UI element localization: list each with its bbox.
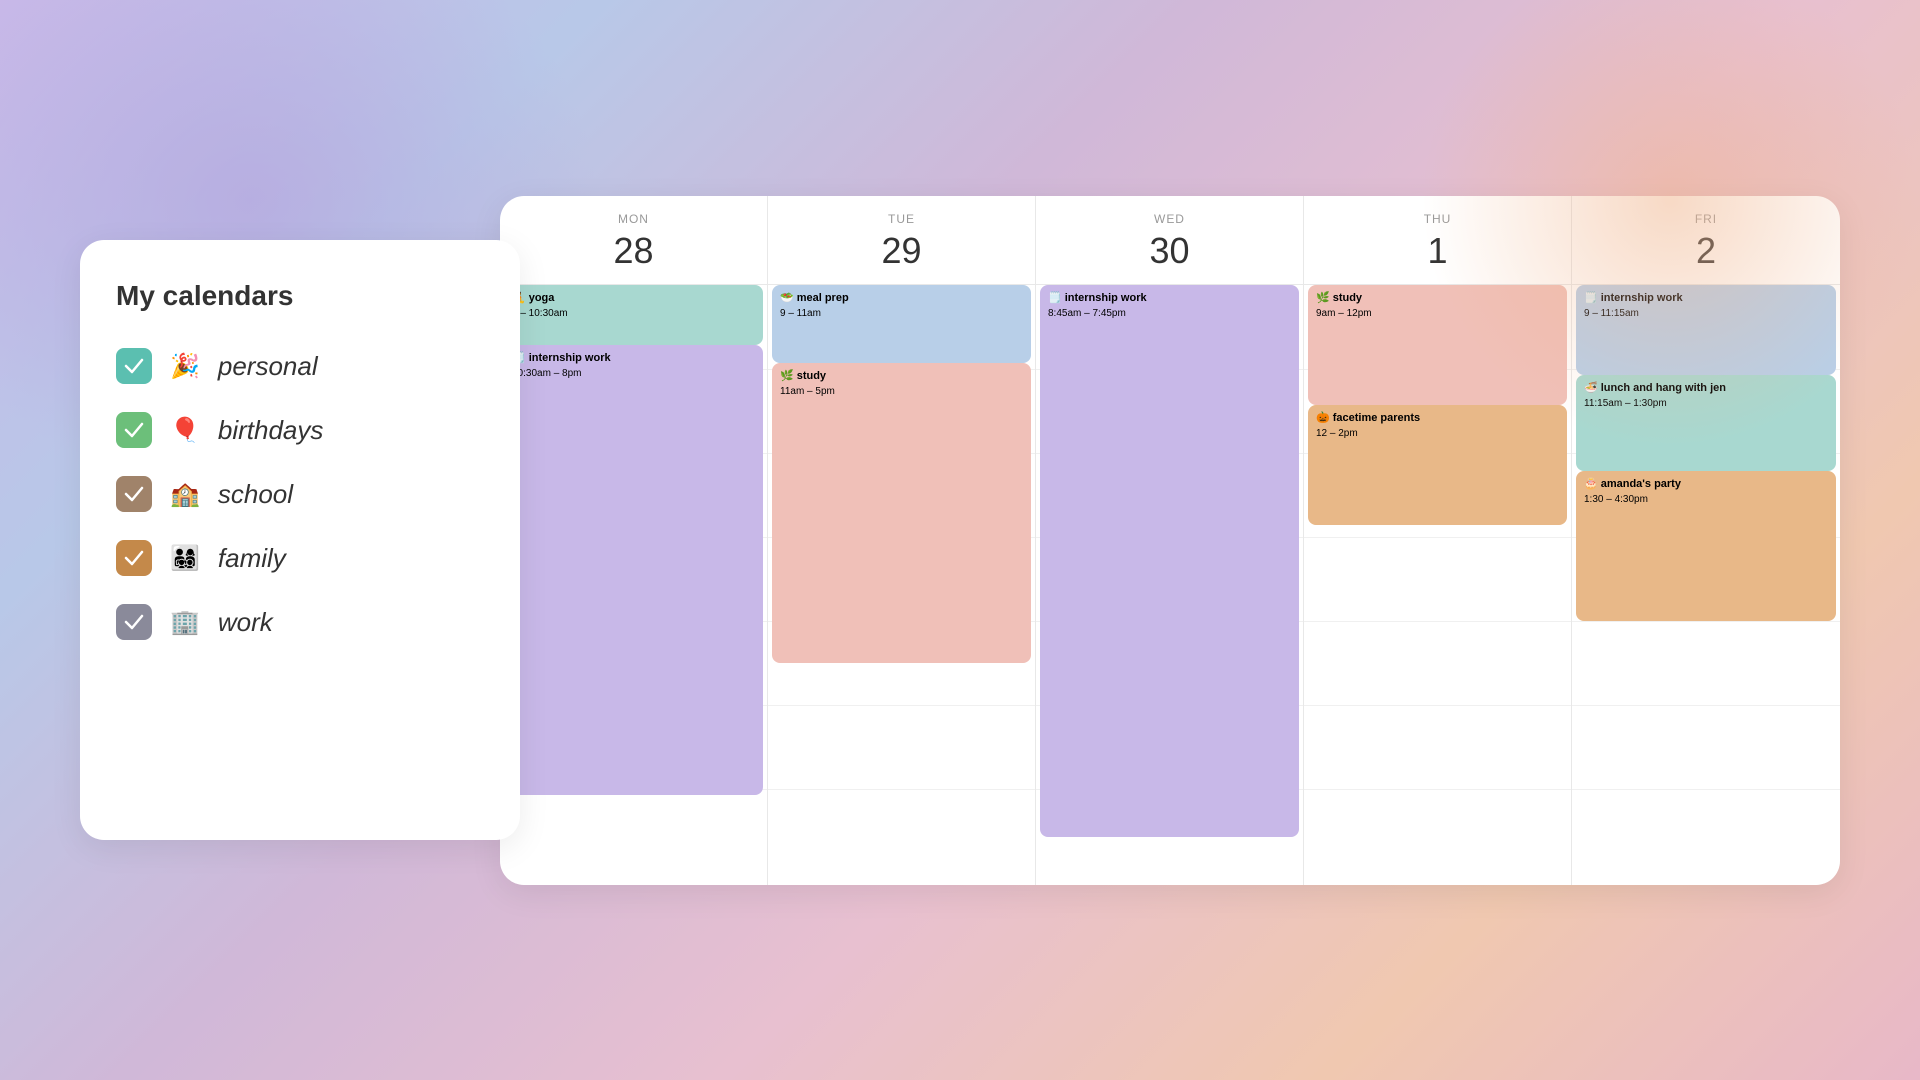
emoji-school: 🏫 <box>170 480 200 509</box>
event-study-thu[interactable]: 🌿 study 9am – 12pm <box>1308 285 1567 405</box>
day-column-mon: 🧘 yoga 9 – 10:30am 🗒️ internship work 10… <box>500 285 768 885</box>
day-name-thu: THU <box>1312 212 1563 226</box>
checkbox-birthdays[interactable] <box>116 412 152 448</box>
calendar-item-work[interactable]: 🏢 work <box>116 604 484 640</box>
sidebar-title: My calendars <box>116 280 484 312</box>
label-school: school <box>218 479 293 510</box>
checkbox-school[interactable] <box>116 476 152 512</box>
day-column-wed: 🗒️ internship work 8:45am – 7:45pm <box>1036 285 1304 885</box>
day-number-mon: 28 <box>508 230 759 272</box>
checkbox-personal[interactable] <box>116 348 152 384</box>
sidebar: My calendars 🎉 personal 🎈 birthdays 🏫 sc… <box>80 240 520 840</box>
label-work: work <box>218 607 273 638</box>
event-yoga[interactable]: 🧘 yoga 9 – 10:30am <box>504 285 763 345</box>
calendar-item-school[interactable]: 🏫 school <box>116 476 484 512</box>
day-name-tue: TUE <box>776 212 1027 226</box>
day-name-mon: MON <box>508 212 759 226</box>
day-name-fri: FRI <box>1580 212 1832 226</box>
day-column-thu: 🌿 study 9am – 12pm 🎃 facetime parents 12… <box>1304 285 1572 885</box>
day-header-thu: THU 1 <box>1304 196 1572 284</box>
day-number-tue: 29 <box>776 230 1027 272</box>
day-header-fri: FRI 2 <box>1572 196 1840 284</box>
calendar-item-family[interactable]: 👨‍👩‍👧‍👦 family <box>116 540 484 576</box>
emoji-personal: 🎉 <box>170 352 200 381</box>
label-birthdays: birthdays <box>218 415 324 446</box>
event-study-tue[interactable]: 🌿 study 11am – 5pm <box>772 363 1031 663</box>
emoji-family: 👨‍👩‍👧‍👦 <box>170 544 200 573</box>
label-family: family <box>218 543 286 574</box>
event-facetime-parents[interactable]: 🎃 facetime parents 12 – 2pm <box>1308 405 1567 525</box>
event-internship-work-wed[interactable]: 🗒️ internship work 8:45am – 7:45pm <box>1040 285 1299 837</box>
day-header-tue: TUE 29 <box>768 196 1036 284</box>
emoji-birthdays: 🎈 <box>170 416 200 445</box>
label-personal: personal <box>218 351 318 382</box>
checkbox-family[interactable] <box>116 540 152 576</box>
day-column-tue: 🥗 meal prep 9 – 11am 🌿 study 11am – 5pm <box>768 285 1036 885</box>
day-name-wed: WED <box>1044 212 1295 226</box>
event-internship-work-fri[interactable]: 🗒️ internship work 9 – 11:15am <box>1576 285 1836 375</box>
calendar-panel: MON 28 TUE 29 WED 30 THU 1 FRI 2 <box>500 196 1840 885</box>
calendar-header: MON 28 TUE 29 WED 30 THU 1 FRI 2 <box>500 196 1840 285</box>
emoji-work: 🏢 <box>170 608 200 637</box>
event-meal-prep[interactable]: 🥗 meal prep 9 – 11am <box>772 285 1031 363</box>
event-amandas-party[interactable]: 🎂 amanda's party 1:30 – 4:30pm <box>1576 471 1836 621</box>
event-internship-work-mon[interactable]: 🗒️ internship work 10:30am – 8pm <box>504 345 763 795</box>
event-lunch-hang[interactable]: 🍜 lunch and hang with jen 11:15am – 1:30… <box>1576 375 1836 471</box>
checkbox-work[interactable] <box>116 604 152 640</box>
day-number-thu: 1 <box>1312 230 1563 272</box>
day-number-fri: 2 <box>1580 230 1832 272</box>
day-header-mon: MON 28 <box>500 196 768 284</box>
day-column-fri: 🗒️ internship work 9 – 11:15am 🍜 lunch a… <box>1572 285 1840 885</box>
calendar-item-birthdays[interactable]: 🎈 birthdays <box>116 412 484 448</box>
day-number-wed: 30 <box>1044 230 1295 272</box>
day-header-wed: WED 30 <box>1036 196 1304 284</box>
calendar-body: 🧘 yoga 9 – 10:30am 🗒️ internship work 10… <box>500 285 1840 885</box>
calendar-item-personal[interactable]: 🎉 personal <box>116 348 484 384</box>
